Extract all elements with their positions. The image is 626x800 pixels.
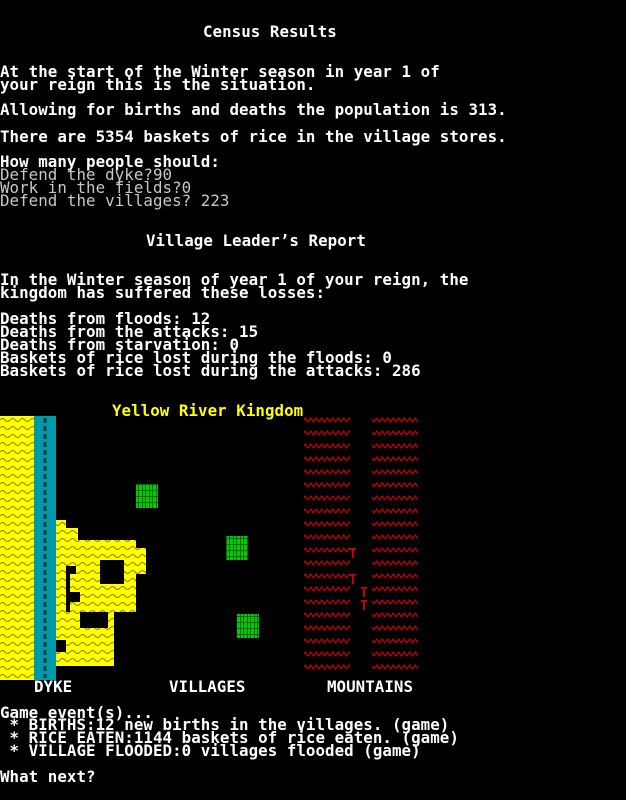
rice-stores-text: There are 5354 baskets of rice in the vi… [0,127,507,146]
dyke-wall [34,416,56,680]
label-dyke: DYKE [34,677,73,696]
report-intro-2: kingdom has suffered these losses: [0,283,326,302]
census-title: Census Results [203,22,337,41]
label-mountains: MOUNTAINS [327,677,414,696]
command-prompt[interactable]: What next? [0,769,96,785]
thief-1: T [349,547,357,562]
mountains-left [304,416,350,670]
event-village-flooded: * VILLAGE FLOODED:0 villages flooded (ga… [0,741,421,760]
report-title: Village Leader’s Report [146,231,366,250]
river-area [0,416,146,680]
defend-villages-input[interactable]: Defend the villages? 223 [0,193,229,209]
kingdom-map: T T T T [0,416,418,680]
census-line-2: your reign this is the situation. [0,75,316,94]
village-3 [237,614,259,638]
village-1 [136,484,158,508]
thief-4: T [360,599,368,614]
thief-2: T [349,573,357,588]
rice-lost-attacks: Baskets of rice lost during the attacks:… [0,361,421,380]
mountains-right [372,416,418,670]
population-text: Allowing for births and deaths the popul… [0,100,507,119]
label-villages: VILLAGES [169,677,246,696]
village-2 [226,536,248,560]
